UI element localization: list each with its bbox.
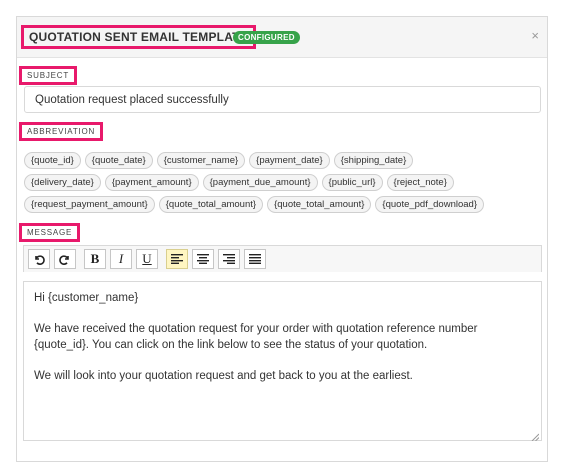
abbreviation-label: ABBREVIATION [27, 127, 96, 136]
subject-label-highlight: SUBJECT [19, 66, 78, 85]
align-left-icon [171, 254, 183, 264]
close-icon[interactable]: × [531, 28, 539, 44]
status-badge: CONFIGURED [233, 31, 300, 44]
abbreviation-chip[interactable]: {payment_due_amount} [202, 174, 318, 191]
abbreviation-chip[interactable]: {quote_pdf_download} [375, 196, 484, 213]
abbreviation-chip[interactable]: {quote_total_amount} [158, 196, 264, 213]
message-paragraph-1: We have received the quotation request f… [34, 323, 478, 351]
panel-header: QUOTATION SENT EMAIL TEMPLATE CONFIGURED… [17, 17, 547, 58]
align-right-button[interactable] [218, 249, 240, 269]
abbreviation-chip[interactable]: {public_url} [321, 174, 383, 191]
undo-button[interactable] [28, 249, 50, 269]
redo-button[interactable] [54, 249, 76, 269]
align-right-icon [223, 254, 235, 264]
message-greeting: Hi {customer_name} [34, 292, 139, 304]
resize-handle-icon[interactable] [531, 430, 540, 442]
align-left-button[interactable] [166, 249, 188, 269]
abbreviation-chip[interactable]: {quote_total_amount} [267, 196, 372, 213]
align-center-icon [197, 254, 209, 264]
message-editor[interactable]: Hi {customer_name} We have received the … [23, 281, 542, 442]
abbreviation-chips: {quote_id} {quote_date} {customer_name} … [24, 152, 544, 218]
align-center-button[interactable] [192, 249, 214, 269]
abbreviation-chip[interactable]: {customer_name} [156, 152, 246, 169]
chip-row: {request_payment_amount} {quote_total_am… [24, 196, 544, 213]
abbreviation-label-highlight: ABBREVIATION [19, 122, 104, 141]
chip-row: {delivery_date} {payment_amount} {paymen… [24, 174, 544, 191]
justify-icon [249, 254, 261, 264]
abbreviation-chip[interactable]: {payment_amount} [104, 174, 199, 191]
editor-toolbar: B I U [23, 245, 542, 272]
message-label: MESSAGE [27, 228, 73, 237]
panel-title: QUOTATION SENT EMAIL TEMPLATE [29, 30, 248, 44]
abbreviation-chip[interactable]: {payment_date} [249, 152, 330, 169]
justify-button[interactable] [244, 249, 266, 269]
underline-button[interactable]: U [136, 249, 158, 269]
bold-button[interactable]: B [84, 249, 106, 269]
subject-label: SUBJECT [27, 71, 70, 80]
abbreviation-chip[interactable]: {quote_date} [84, 152, 153, 169]
abbreviation-chip[interactable]: {reject_note} [386, 174, 454, 191]
email-template-panel: QUOTATION SENT EMAIL TEMPLATE CONFIGURED… [16, 16, 548, 462]
abbreviation-chip[interactable]: {quote_id} [24, 152, 81, 169]
message-paragraph-2: We will look into your quotation request… [34, 370, 413, 382]
subject-input[interactable] [24, 86, 541, 113]
italic-button[interactable]: I [110, 249, 132, 269]
title-highlight: QUOTATION SENT EMAIL TEMPLATE [21, 25, 256, 49]
abbreviation-chip[interactable]: {delivery_date} [24, 174, 101, 191]
abbreviation-chip[interactable]: {shipping_date} [333, 152, 414, 169]
redo-icon [59, 253, 71, 265]
message-label-highlight: MESSAGE [19, 223, 81, 242]
abbreviation-chip[interactable]: {request_payment_amount} [24, 196, 155, 213]
chip-row: {quote_id} {quote_date} {customer_name} … [24, 152, 544, 169]
undo-icon [33, 253, 45, 265]
